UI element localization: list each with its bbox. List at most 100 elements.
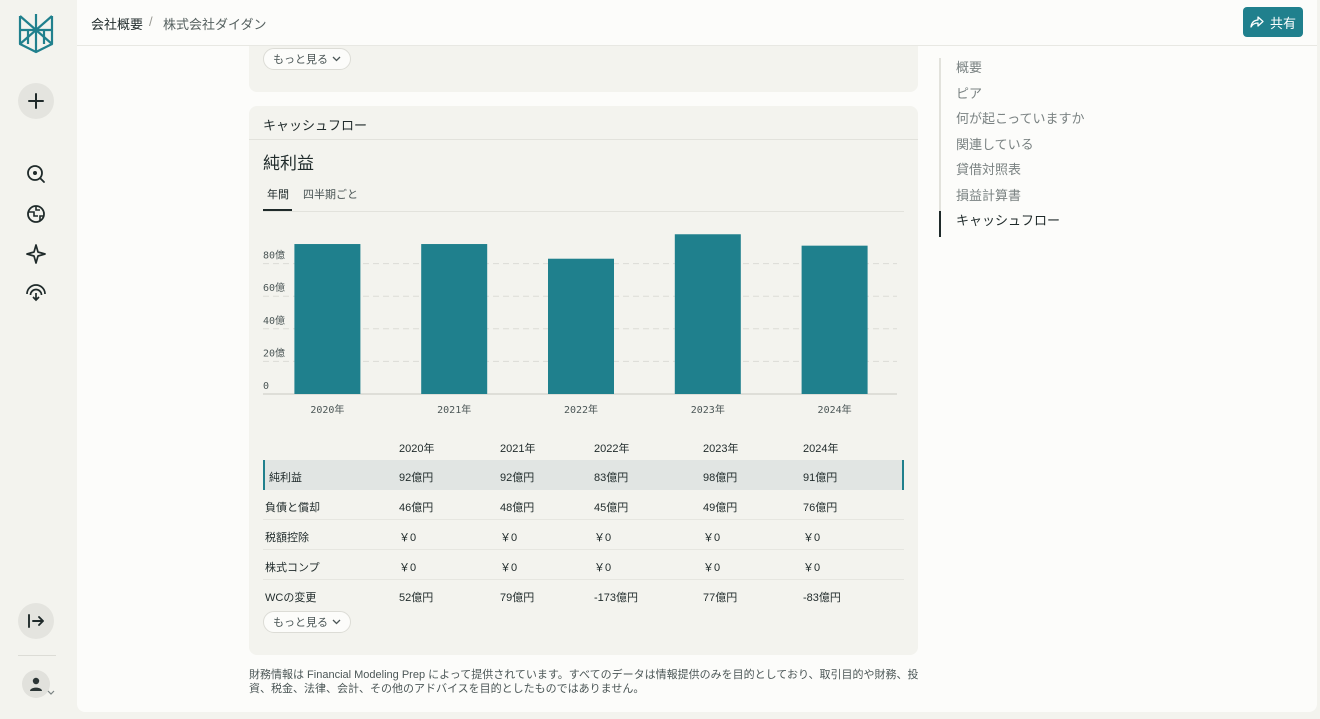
table-cell: 49億円 bbox=[703, 502, 738, 514]
toc-item-related[interactable]: 関連している bbox=[939, 134, 1084, 160]
table-row[interactable]: 純利益 92億円 92億円 83億円 98億円 91億円 bbox=[263, 460, 904, 490]
tab-annual[interactable]: 年間 bbox=[267, 186, 289, 202]
spaces-icon[interactable] bbox=[24, 242, 48, 266]
top-bar: 会社概要 / 株式会社ダイダン 共有 bbox=[77, 0, 1317, 46]
table-cell: 52億円 bbox=[399, 592, 434, 604]
breadcrumb-parent[interactable]: 会社概要 bbox=[91, 14, 143, 33]
table-header-row: 2020年 2021年 2022年 2023年 2024年 bbox=[263, 431, 904, 460]
toc-item-overview[interactable]: 概要 bbox=[939, 58, 1084, 84]
section-title: キャッシュフロー bbox=[263, 118, 368, 133]
table-row[interactable]: 税額控除 ￥0 ￥0 ￥0 ￥0 ￥0 bbox=[263, 520, 904, 550]
chevron-down-icon bbox=[332, 56, 341, 62]
column-header: 2023年 bbox=[703, 443, 739, 455]
table-cell: ￥0 bbox=[703, 562, 721, 574]
row-label: WCの変更 bbox=[265, 592, 317, 604]
cashflow-card: キャッシュフロー 純利益 年間 四半期ごと 0 20億 40億 60億 80億 2020年… bbox=[249, 106, 918, 655]
table-cell: 91億円 bbox=[803, 472, 838, 484]
table-cell: ￥0 bbox=[703, 532, 721, 544]
x-tick-label: 2022年 bbox=[564, 403, 598, 416]
table-cell: 92億円 bbox=[399, 472, 434, 484]
bar[interactable] bbox=[421, 244, 488, 394]
y-tick-label: 0 bbox=[263, 381, 269, 392]
disclaimer: 財務情報は Financial Modeling Prep によって提供されてい… bbox=[249, 668, 929, 696]
table-cell: -173億円 bbox=[594, 592, 639, 604]
disclaimer-line: 資、税金、法律、会計、その他のアドバイスを目的としたものではありません。 bbox=[249, 683, 645, 695]
table-cell: ￥0 bbox=[500, 532, 518, 544]
logo-icon[interactable] bbox=[17, 12, 55, 54]
bar[interactable] bbox=[294, 244, 361, 394]
table-cell: ￥0 bbox=[399, 562, 417, 574]
y-tick-label: 80億 bbox=[263, 249, 285, 262]
toc-item-peers[interactable]: ピア bbox=[939, 83, 1084, 109]
bar[interactable] bbox=[801, 245, 868, 394]
cashflow-table: 2020年 2021年 2022年 2023年 2024年 純利益 92億円 9… bbox=[263, 431, 904, 610]
table-row[interactable]: 負債と償却 46億円 48億円 45億円 49億円 76億円 bbox=[263, 490, 904, 520]
rail-divider bbox=[18, 655, 56, 656]
bar[interactable] bbox=[674, 234, 741, 394]
tab-quarterly[interactable]: 四半期ごと bbox=[303, 186, 358, 202]
more-button[interactable]: もっと見る bbox=[263, 48, 351, 70]
search-icon[interactable] bbox=[24, 162, 48, 186]
table-cell: ￥0 bbox=[803, 532, 821, 544]
column-header: 2024年 bbox=[803, 443, 839, 455]
table-cell: 45億円 bbox=[594, 502, 629, 514]
toc-item-income-statement[interactable]: 損益計算書 bbox=[939, 185, 1084, 211]
y-tick-label: 20億 bbox=[263, 346, 285, 359]
x-tick-label: 2021年 bbox=[437, 403, 471, 416]
chevron-down-icon[interactable] bbox=[47, 690, 55, 696]
column-header: 2022年 bbox=[594, 443, 630, 455]
tab-divider bbox=[263, 211, 904, 212]
toc-item-whats-happening[interactable]: 何が起こっていますか bbox=[939, 109, 1084, 135]
row-label: 純利益 bbox=[269, 472, 302, 484]
toc-item-cashflow[interactable]: キャッシュフロー bbox=[939, 211, 1084, 237]
table-cell: ￥0 bbox=[500, 562, 518, 574]
row-label: 負債と償却 bbox=[265, 502, 320, 514]
cashflow-card-header: キャッシュフロー bbox=[249, 106, 918, 140]
table-cell: 77億円 bbox=[703, 592, 738, 604]
main-panel: もっと見る キャッシュフロー 純利益 年間 四半期ごと 0 20億 40億 60億 80… bbox=[77, 0, 1317, 712]
library-icon[interactable] bbox=[24, 281, 48, 305]
avatar[interactable] bbox=[22, 670, 50, 698]
table-cell: 48億円 bbox=[500, 502, 535, 514]
table-cell: -83億円 bbox=[803, 592, 841, 604]
table-cell: ￥0 bbox=[594, 562, 612, 574]
chevron-down-icon bbox=[332, 619, 341, 625]
table-cell: ￥0 bbox=[594, 532, 612, 544]
discover-icon[interactable] bbox=[24, 202, 48, 226]
breadcrumb-separator: / bbox=[149, 14, 153, 29]
table-cell: ￥0 bbox=[803, 562, 821, 574]
expand-sidebar-icon bbox=[28, 614, 44, 628]
disclaimer-line: 財務情報は Financial Modeling Prep によって提供されてい… bbox=[249, 669, 919, 681]
bar[interactable] bbox=[548, 258, 614, 394]
share-icon bbox=[1250, 16, 1264, 28]
y-tick-label: 60億 bbox=[263, 281, 285, 294]
net-income-bar-chart: 0 20億 40億 60億 80億 2020年 2021年 2022年 2023年 2024年 bbox=[263, 234, 897, 416]
more-button[interactable]: もっと見る bbox=[263, 611, 351, 633]
column-header: 2021年 bbox=[500, 443, 536, 455]
table-cell: 46億円 bbox=[399, 502, 434, 514]
metric-title: 純利益 bbox=[263, 154, 314, 173]
expand-sidebar-button[interactable] bbox=[18, 603, 54, 639]
x-tick-label: 2020年 bbox=[310, 403, 344, 416]
user-icon bbox=[30, 677, 42, 691]
x-tick-label: 2024年 bbox=[818, 403, 852, 416]
plus-icon bbox=[28, 93, 44, 109]
row-label: 税額控除 bbox=[265, 532, 309, 544]
table-cell: 83億円 bbox=[594, 472, 629, 484]
new-thread-button[interactable] bbox=[18, 83, 54, 119]
toc-item-balance-sheet[interactable]: 貸借対照表 bbox=[939, 160, 1084, 186]
table-row[interactable]: WCの変更 52億円 79億円 -173億円 77億円 -83億円 bbox=[263, 580, 904, 610]
y-tick-label: 40億 bbox=[263, 314, 285, 327]
more-label: もっと見る bbox=[273, 617, 328, 629]
more-label: もっと見る bbox=[273, 54, 328, 66]
table-of-contents: 概要 ピア 何が起こっていますか 関連している 貸借対照表 損益計算書 キャッシ… bbox=[939, 58, 1084, 237]
share-label: 共有 bbox=[1269, 15, 1296, 31]
row-label: 株式コンプ bbox=[265, 562, 320, 574]
table-cell: 92億円 bbox=[500, 472, 535, 484]
table-row[interactable]: 株式コンプ ￥0 ￥0 ￥0 ￥0 ￥0 bbox=[263, 550, 904, 580]
share-button[interactable]: 共有 bbox=[1243, 7, 1303, 37]
left-sidebar bbox=[0, 0, 76, 719]
table-cell: 76億円 bbox=[803, 502, 838, 514]
breadcrumb-current: 株式会社ダイダン bbox=[163, 17, 267, 32]
column-header: 2020年 bbox=[399, 443, 435, 455]
